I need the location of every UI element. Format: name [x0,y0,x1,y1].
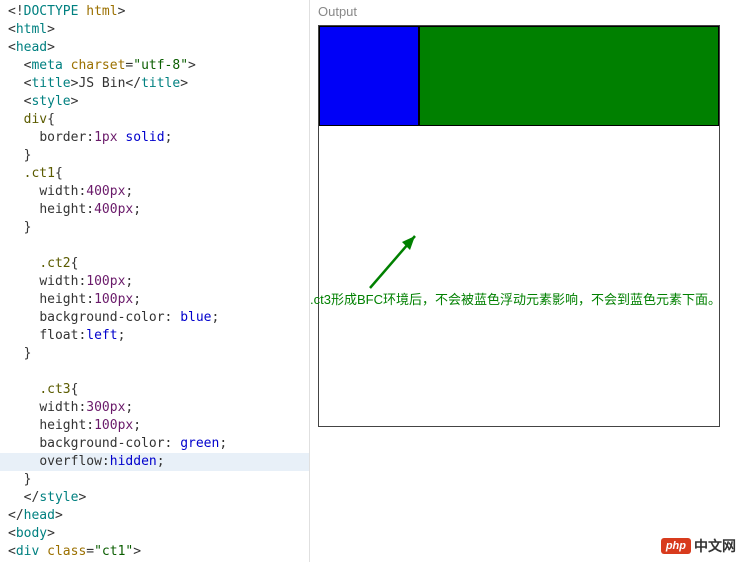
code-line[interactable]: height:100px; [0,417,309,435]
code-line[interactable]: width:400px; [0,183,309,201]
code-line[interactable]: width:300px; [0,399,309,417]
code-line[interactable]: } [0,147,309,165]
code-line[interactable]: height:100px; [0,291,309,309]
code-line[interactable]: <meta charset="utf-8"> [0,57,309,75]
output-panel: Output .ct3形成BFC环境后，不会被蓝色浮动元素影响，不会到蓝色元素下… [310,0,744,562]
code-line[interactable]: <head> [0,39,309,57]
code-line[interactable]: } [0,345,309,363]
code-line[interactable]: <body> [0,525,309,543]
watermark-badge: php [661,538,691,554]
code-line[interactable]: border:1px solid; [0,129,309,147]
code-line[interactable]: <style> [0,93,309,111]
watermark: php 中文网 [661,536,736,556]
annotation-text: .ct3形成BFC环境后，不会被蓝色浮动元素影响，不会到蓝色元素下面。 [310,290,730,310]
code-line[interactable] [0,363,309,381]
code-line[interactable]: background-color: blue; [0,309,309,327]
code-line[interactable]: width:100px; [0,273,309,291]
code-line[interactable]: <title>JS Bin</title> [0,75,309,93]
output-label: Output [318,4,736,19]
code-line[interactable] [0,237,309,255]
code-line[interactable]: background-color: green; [0,435,309,453]
code-line[interactable]: div{ [0,111,309,129]
code-line[interactable]: <html> [0,21,309,39]
code-line[interactable]: height:400px; [0,201,309,219]
code-line[interactable]: </style> [0,489,309,507]
code-line[interactable]: float:left; [0,327,309,345]
box-ct2-blue [319,26,419,126]
code-line[interactable]: </head> [0,507,309,525]
code-line[interactable]: <!DOCTYPE html> [0,3,309,21]
code-line[interactable]: .ct1{ [0,165,309,183]
code-line[interactable]: } [0,471,309,489]
code-line[interactable]: overflow:hidden; [0,453,309,471]
box-ct3-green [419,26,719,126]
arrow-icon [360,228,430,298]
code-editor-panel[interactable]: <!DOCTYPE html><html><head> <meta charse… [0,0,310,562]
watermark-text: 中文网 [694,536,736,556]
code-line[interactable]: <div class="ct1"> [0,543,309,561]
code-line[interactable]: } [0,219,309,237]
code-line[interactable]: .ct2{ [0,255,309,273]
render-container-ct1 [318,25,720,427]
code-line[interactable]: .ct3{ [0,381,309,399]
